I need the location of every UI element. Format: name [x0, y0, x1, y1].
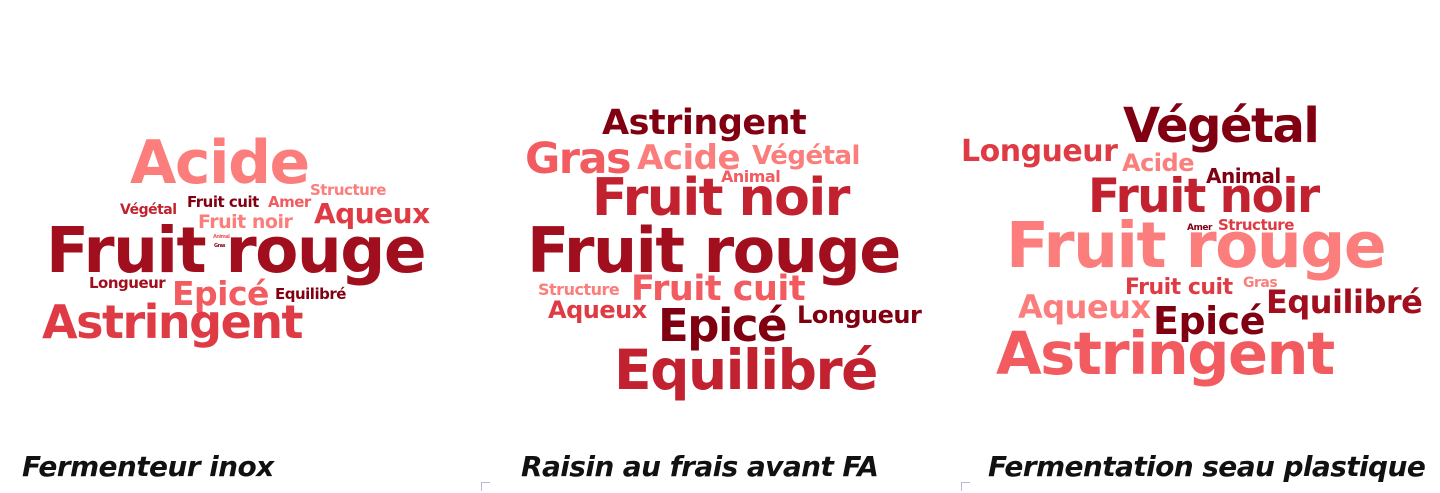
word-vegetal: Végétal: [1123, 98, 1320, 154]
word-longueur: Longueur: [89, 274, 166, 292]
word-amer: Amer: [268, 193, 311, 211]
word-longueur: Longueur: [961, 134, 1118, 169]
word-astringent: Astringent: [996, 319, 1335, 388]
corner-mark: [961, 482, 970, 491]
word-fruit-cuit: Fruit cuit: [187, 193, 259, 211]
word-cloud-raisin-au-frais: Astringent Gras Acide Végétal Animal Fru…: [480, 0, 960, 440]
word-astringent: Astringent: [602, 103, 807, 143]
word-fruit-rouge: Fruit rouge: [46, 214, 427, 287]
word-equilibre: Equilibré: [614, 338, 878, 402]
caption-fermentation-seau-plastique: Fermentation seau plastique: [988, 450, 1426, 483]
word-astringent: Astringent: [42, 295, 304, 349]
word-vegetal: Végétal: [752, 141, 860, 171]
word-structure: Structure: [310, 181, 386, 199]
caption-fermenteur-inox: Fermenteur inox: [22, 450, 274, 483]
word-longueur: Longueur: [797, 301, 922, 329]
word-cloud-fermentation-seau-plastique: Végétal Longueur Acide Animal Fruit noir…: [960, 0, 1440, 440]
word-aqueux: Aqueux: [548, 296, 647, 324]
word-equilibre: Equilibré: [1266, 283, 1423, 321]
word-fruit-rouge: Fruit rouge: [1006, 209, 1387, 282]
word-acide: Acide: [130, 128, 310, 198]
word-cloud-fermenteur-inox: Acide Structure Végétal Fruit cuit Amer …: [0, 0, 480, 440]
caption-raisin-au-frais: Raisin au frais avant FA: [521, 450, 879, 483]
corner-mark: [481, 482, 490, 491]
